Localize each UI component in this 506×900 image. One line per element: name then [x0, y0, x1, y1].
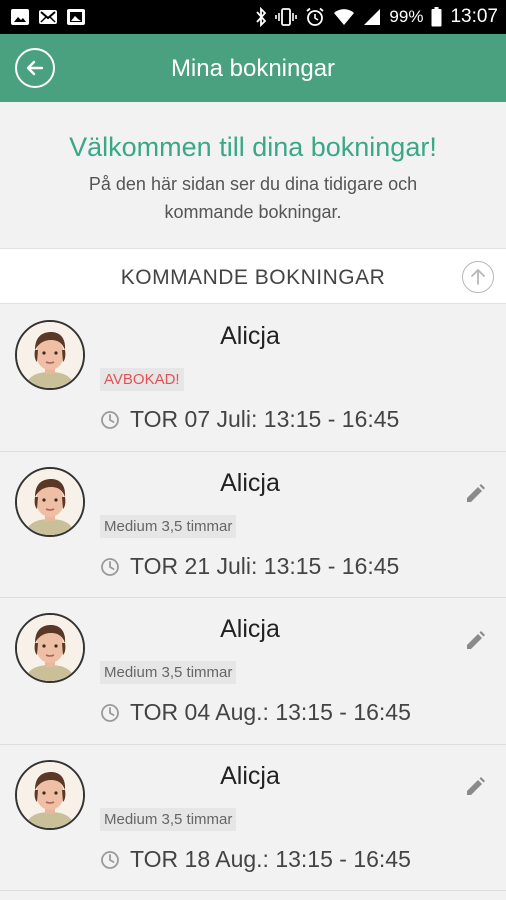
image-notification-icon	[10, 8, 30, 26]
system-icons: 99% 13:07	[255, 6, 498, 28]
booking-time: TOR 18 Aug.: 13:15 - 16:45	[130, 845, 411, 872]
booking-list: Alicja AVBOKAD! TOR 07 Juli: 13:15 - 16:…	[0, 305, 506, 891]
battery-icon	[431, 7, 442, 27]
signal-icon	[363, 8, 381, 26]
edit-booking-button[interactable]	[462, 630, 488, 656]
arrow-up-circle-icon	[471, 269, 485, 285]
clock-icon	[100, 850, 120, 875]
booking-time: TOR 21 Juli: 13:15 - 16:45	[130, 552, 400, 579]
pencil-icon	[464, 483, 486, 510]
wifi-icon	[333, 8, 355, 26]
cancelled-badge: AVBOKAD!	[100, 368, 184, 391]
pencil-icon	[464, 630, 486, 657]
clock-time: 13:07	[450, 6, 498, 27]
edit-booking-button[interactable]	[462, 777, 488, 803]
welcome-title: Välkommen till dina bokningar!	[69, 132, 437, 162]
booking-time: TOR 04 Aug.: 13:15 - 16:45	[130, 699, 411, 725]
clock-icon	[100, 703, 120, 728]
photo-notification-icon	[66, 8, 86, 26]
clock-icon	[100, 410, 120, 435]
page-title: Mina bokningar	[170, 55, 336, 82]
booking-item[interactable]: Alicja Medium 3,5 timmar TOR 18 Aug.: 13…	[0, 744, 506, 891]
booking-time: TOR 07 Juli: 13:15 - 16:45	[130, 406, 400, 432]
staff-name: Alicja	[220, 468, 280, 497]
staff-name: Alicja	[220, 322, 280, 350]
app-bar: Mina bokningar	[0, 34, 506, 102]
service-badge: Medium 3,5 timmar	[100, 661, 237, 684]
staff-name: Alicja	[220, 761, 280, 790]
booking-item[interactable]: Alicja Medium 3,5 timmar TOR 04 Aug.: 13…	[0, 598, 506, 745]
service-badge: Medium 3,5 timmar	[100, 807, 237, 831]
booking-item[interactable]: Alicja AVBOKAD! TOR 07 Juli: 13:15 - 16:…	[0, 305, 506, 452]
welcome-section: Välkommen till dina bokningar! På den hä…	[0, 102, 506, 248]
battery-percentage: 99%	[389, 7, 424, 26]
notification-icons	[10, 8, 86, 26]
booking-item[interactable]: Alicja Medium 3,5 timmar TOR 21 Juli: 13…	[0, 451, 506, 598]
clock-icon	[100, 557, 120, 582]
edit-booking-button[interactable]	[462, 484, 488, 510]
vibrate-icon	[275, 7, 298, 27]
section-title: KOMMANDE BOKNINGAR	[120, 266, 386, 289]
mail-notification-icon	[38, 8, 58, 26]
staff-name: Alicja	[220, 615, 280, 643]
alarm-icon	[305, 7, 325, 27]
upcoming-bookings-header: KOMMANDE BOKNINGAR	[0, 248, 506, 304]
status-bar: 99% 13:07	[0, 0, 506, 34]
service-badge: Medium 3,5 timmar	[100, 514, 237, 538]
pencil-icon	[464, 776, 486, 803]
welcome-text: På den här sidan ser du dina tidigare oc…	[88, 174, 418, 222]
bluetooth-icon	[255, 7, 267, 27]
scroll-up-button[interactable]	[462, 261, 494, 293]
